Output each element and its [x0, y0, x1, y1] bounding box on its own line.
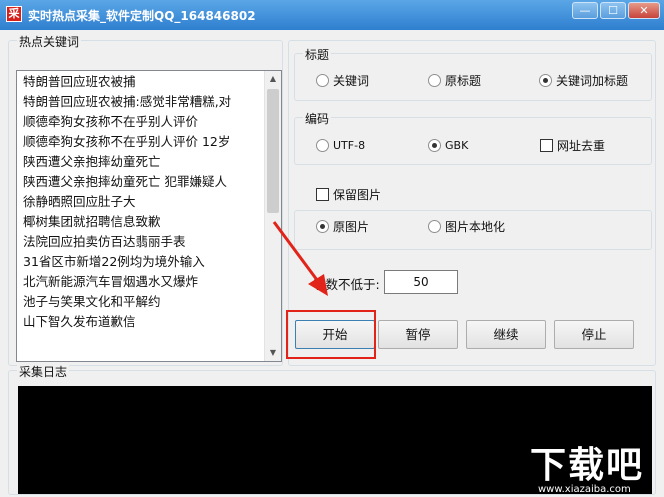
radio-keyword-plus-title[interactable]: 关键词加标题	[539, 72, 628, 88]
list-item[interactable]: 法院回应拍卖仿百达翡丽手表	[23, 232, 253, 252]
scroll-down-arrow-icon[interactable]: ▼	[265, 345, 281, 361]
resume-button[interactable]: 继续	[466, 320, 546, 349]
pause-button[interactable]: 暂停	[378, 320, 458, 349]
radio-localize-image[interactable]: 图片本地化	[428, 218, 505, 234]
list-item[interactable]: 池子与笑果文化和平解约	[23, 292, 253, 312]
minimize-button[interactable]: —	[572, 2, 598, 19]
watermark-url: www.xiazaiba.com	[538, 484, 631, 495]
keywords-list[interactable]: 特朗普回应班农被捕 特朗普回应班农被捕:感觉非常糟糕,对 顺德牵狗女孩称不在乎别…	[16, 70, 282, 362]
checkbox-indicator[interactable]	[540, 138, 553, 152]
radio-indicator[interactable]	[428, 73, 441, 87]
list-item[interactable]: 陕西遭父亲抱摔幼童死亡 犯罪嫌疑人	[23, 172, 253, 192]
list-item[interactable]: 顺德牵狗女孩称不在乎别人评价	[23, 112, 253, 132]
title-group-label: 标题	[303, 46, 332, 63]
checkbox-label: 网址去重	[557, 138, 606, 153]
watermark-logo: 下载吧 www.xiazaiba.com	[530, 436, 664, 496]
maximize-button[interactable]: ☐	[600, 2, 626, 19]
window-title: 实时热点采集_软件定制QQ_164846802	[28, 9, 256, 23]
radio-label: UTF-8	[333, 138, 366, 152]
list-item[interactable]: 31省区市新增22例均为境外输入	[23, 252, 253, 272]
annotation-arrow-icon	[272, 221, 328, 296]
radio-gbk[interactable]: GBK	[428, 137, 468, 153]
radio-label: 原标题	[445, 73, 482, 88]
checkbox-indicator[interactable]	[316, 187, 329, 201]
watermark-text: 下载吧	[530, 445, 645, 486]
list-item[interactable]: 特朗普回应班农被捕	[23, 72, 253, 92]
list-item[interactable]: 特朗普回应班农被捕:感觉非常糟糕,对	[23, 92, 253, 112]
list-item[interactable]: 陕西遭父亲抱摔幼童死亡	[23, 152, 253, 172]
list-item[interactable]: 北汽新能源汽车冒烟遇水又爆炸	[23, 272, 253, 292]
radio-indicator-selected[interactable]	[539, 73, 552, 87]
list-item[interactable]: 山下智久发布道歉信	[23, 312, 253, 332]
keywords-label: 热点关键词	[17, 33, 82, 50]
radio-keyword[interactable]: 关键词	[316, 72, 369, 88]
radio-label: 关键词	[333, 73, 370, 88]
radio-label: 图片本地化	[445, 219, 506, 234]
checkbox-label: 保留图片	[333, 187, 382, 202]
radio-label: GBK	[445, 138, 469, 152]
stop-button[interactable]: 停止	[554, 320, 634, 349]
window-client: 热点关键词 特朗普回应班农被捕 特朗普回应班农被捕:感觉非常糟糕,对 顺德牵狗女…	[0, 30, 664, 497]
radio-original-title[interactable]: 原标题	[428, 72, 481, 88]
log-label: 采集日志	[17, 363, 70, 380]
start-highlight-box	[286, 310, 376, 359]
radio-utf8[interactable]: UTF-8	[316, 137, 365, 153]
scroll-thumb[interactable]	[267, 89, 279, 213]
scroll-up-arrow-icon[interactable]: ▲	[265, 71, 281, 87]
list-item[interactable]: 顺德牵狗女孩称不在乎别人评价 12岁	[23, 132, 253, 152]
list-item[interactable]: 椰树集团就招聘信息致歉	[23, 212, 253, 232]
min-words-input[interactable]: 50	[384, 270, 458, 294]
radio-indicator[interactable]	[428, 219, 441, 233]
app-icon: 采	[6, 6, 22, 22]
title-bar: 采 实时热点采集_软件定制QQ_164846802 — ☐ ✕	[0, 0, 664, 30]
keywords-scrollbar[interactable]: ▲ ▼	[264, 71, 281, 361]
list-item[interactable]: 徐静晒照回应肚子大	[23, 192, 253, 212]
encoding-group-label: 编码	[303, 110, 332, 127]
radio-indicator[interactable]	[316, 138, 329, 152]
radio-indicator[interactable]	[316, 73, 329, 87]
radio-indicator-selected[interactable]	[428, 138, 441, 152]
radio-label: 关键词加标题	[556, 73, 629, 88]
dedupe-url-checkbox[interactable]: 网址去重	[540, 137, 605, 153]
close-button[interactable]: ✕	[628, 2, 660, 19]
keep-images-checkbox[interactable]: 保留图片	[316, 186, 381, 202]
